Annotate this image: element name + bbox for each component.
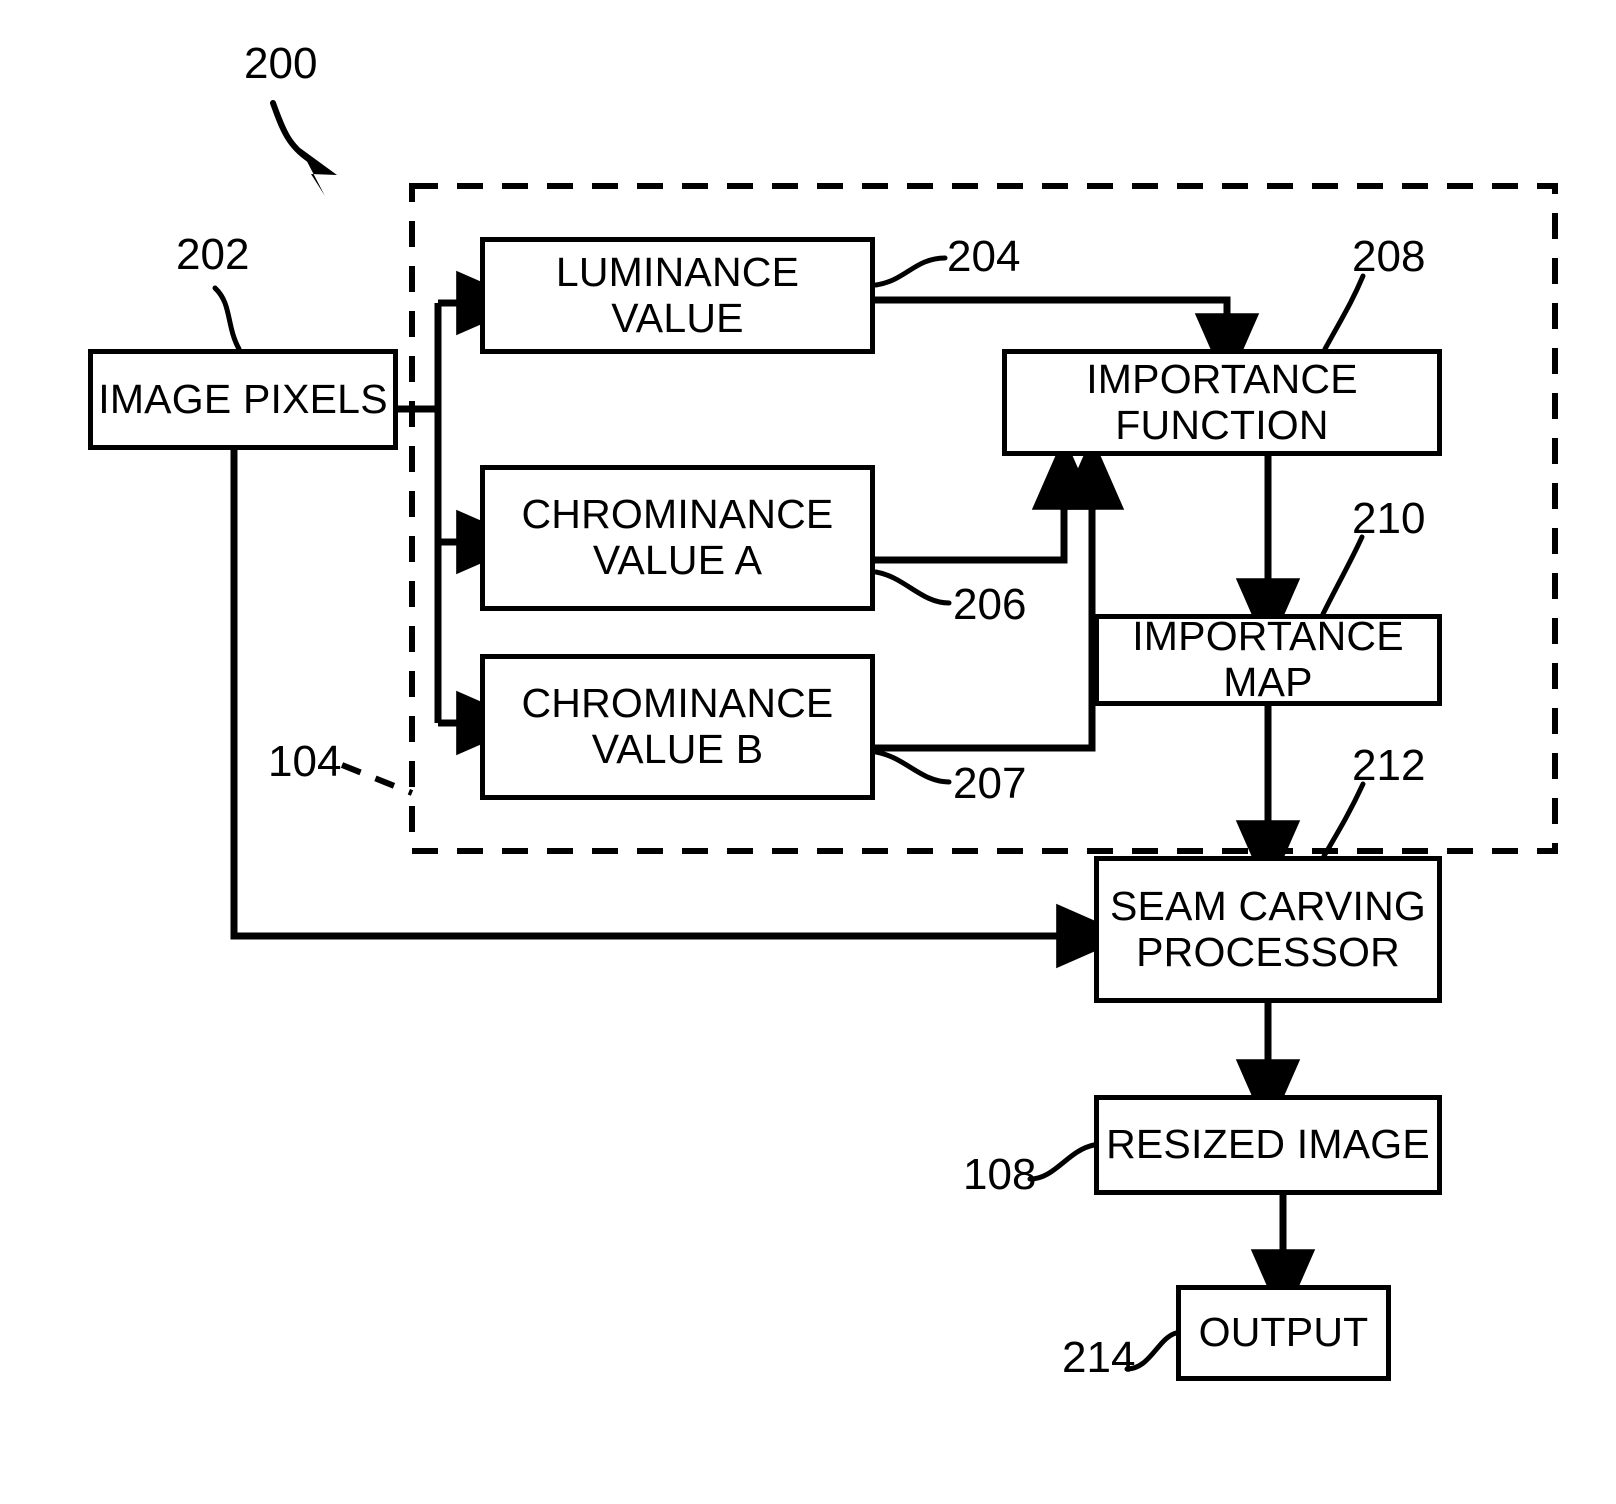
block-importance-function-label: IMPORTANCE FUNCTION (1086, 355, 1358, 448)
connector-luminance-to-importance-function (875, 296, 1260, 387)
ref-numeral-104: 104 (268, 737, 342, 786)
block-chrominance-value-a[interactable]: CHROMINANCE VALUE A (480, 465, 875, 611)
ref-202-leader (212, 285, 242, 352)
ref-numeral-figure-200: 200 (244, 39, 318, 88)
block-resized-image[interactable]: RESIZED IMAGE (1094, 1095, 1442, 1195)
figure-canvas: IMAGE PIXELS LUMINANCE VALUE CHROMINANCE… (0, 0, 1616, 1504)
ref-numeral-212: 212 (1352, 741, 1426, 790)
ref-208-leader (1322, 273, 1366, 352)
ref-numeral-208: 208 (1352, 232, 1426, 281)
block-chrominance-value-b-label: CHROMINANCE VALUE B (521, 680, 834, 772)
ref-numeral-206: 206 (953, 580, 1027, 629)
block-output[interactable]: OUTPUT (1176, 1285, 1391, 1381)
block-image-pixels[interactable]: IMAGE PIXELS (88, 349, 398, 450)
block-importance-function[interactable]: IMPORTANCE FUNCTION (1002, 349, 1442, 456)
connector-chrominance-a-to-importance-function (875, 436, 1097, 564)
ref-104-leader (340, 762, 414, 796)
ref-numeral-210: 210 (1352, 494, 1426, 543)
block-importance-map-label: IMPORTANCE MAP (1132, 613, 1404, 705)
block-chrominance-value-a-label: CHROMINANCE VALUE A (521, 491, 834, 583)
ref-210-leader (1320, 534, 1365, 617)
ref-numeral-202: 202 (176, 230, 250, 279)
block-luminance-value-label: LUMINANCE VALUE (555, 248, 800, 341)
block-seam-carving-processor-label: SEAM CARVING PROCESSOR (1109, 882, 1427, 975)
ref-numeral-204: 204 (947, 232, 1021, 281)
block-chrominance-value-b[interactable]: CHROMINANCE VALUE B (480, 654, 875, 800)
ref-numeral-108: 108 (963, 1150, 1037, 1199)
ref-numeral-214: 214 (1062, 1333, 1136, 1382)
block-image-pixels-label: IMAGE PIXELS (98, 375, 388, 422)
block-importance-map[interactable]: IMPORTANCE MAP (1094, 613, 1442, 706)
ref-206-leader (873, 569, 952, 606)
ref-207-leader (873, 749, 952, 785)
ref-numeral-207: 207 (953, 759, 1027, 808)
connector-image-pixels-fanout (398, 270, 530, 756)
ref-212-leader (1321, 781, 1366, 859)
ref-204-leader (873, 255, 948, 288)
block-output-label: OUTPUT (1198, 1309, 1369, 1356)
figure-200-leader (270, 100, 337, 196)
block-resized-image-label: RESIZED IMAGE (1106, 1121, 1430, 1168)
block-luminance-value[interactable]: LUMINANCE VALUE (480, 237, 875, 354)
block-seam-carving-processor[interactable]: SEAM CARVING PROCESSOR (1094, 856, 1442, 1003)
ref-108-leader (1027, 1142, 1097, 1182)
